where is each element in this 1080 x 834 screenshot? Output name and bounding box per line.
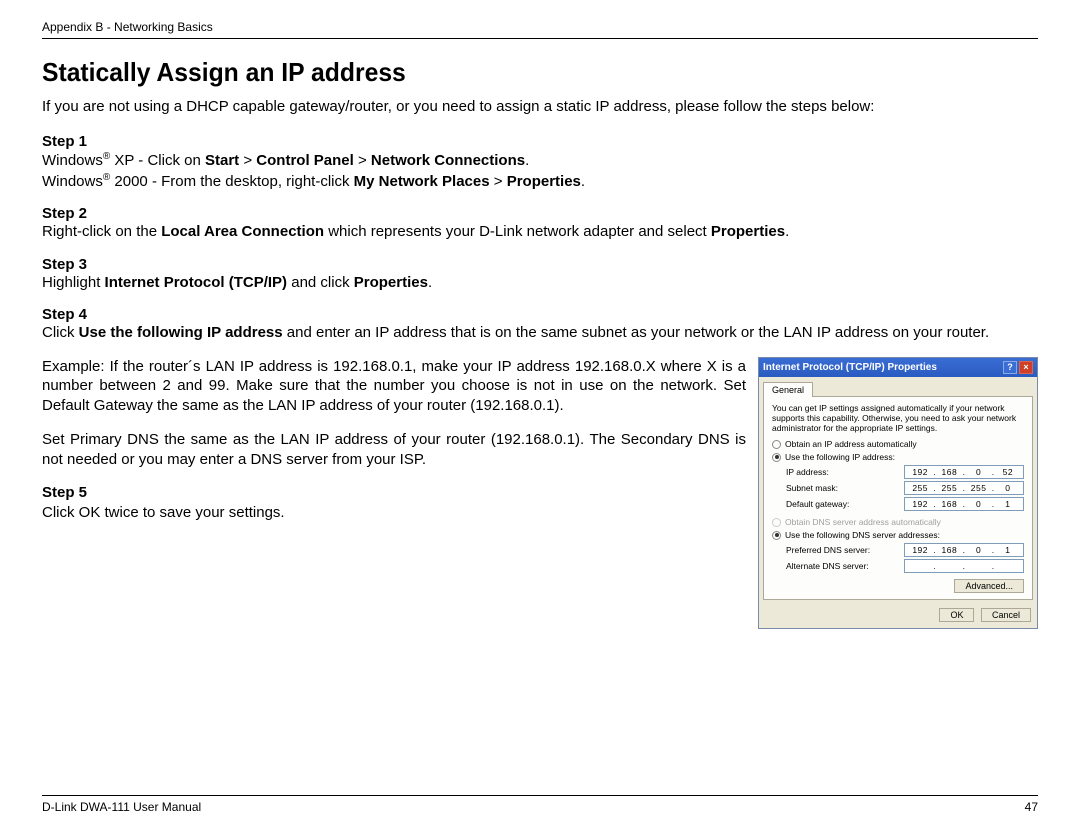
close-icon[interactable]: × xyxy=(1019,361,1033,374)
page-title: Statically Assign an IP address xyxy=(42,57,988,88)
text: Highlight xyxy=(42,274,105,291)
input-ip[interactable]: 192.168.0.52 xyxy=(904,465,1024,479)
tab-general[interactable]: General xyxy=(763,382,813,397)
text: . xyxy=(581,173,585,190)
text: and enter an IP address that is on the s… xyxy=(283,324,990,341)
help-icon[interactable]: ? xyxy=(1003,361,1017,374)
text: . xyxy=(428,274,432,291)
radio-use-ip[interactable]: Use the following IP address: xyxy=(772,452,1024,462)
text: Internet Protocol (TCP/IP) xyxy=(105,274,288,291)
text: . xyxy=(785,223,789,240)
text: and click xyxy=(287,274,354,291)
text: Windows xyxy=(42,173,103,190)
dialog-desc: You can get IP settings assigned automat… xyxy=(772,403,1024,434)
dialog-titlebar: Internet Protocol (TCP/IP) Properties ? … xyxy=(759,358,1037,377)
radio-use-dns[interactable]: Use the following DNS server addresses: xyxy=(772,530,1024,540)
page-footer: D-Link DWA-111 User Manual 47 xyxy=(42,795,1038,814)
text: Right-click on the xyxy=(42,223,161,240)
text: Network Connections xyxy=(371,152,525,169)
input-subnet[interactable]: 255.255.255.0 xyxy=(904,481,1024,495)
radio-obtain-ip[interactable]: Obtain an IP address automatically xyxy=(772,439,1024,449)
cancel-button[interactable]: Cancel xyxy=(981,608,1031,622)
step3-body: Highlight Internet Protocol (TCP/IP) and… xyxy=(42,273,1038,293)
advanced-button[interactable]: Advanced... xyxy=(954,579,1024,593)
text: Properties xyxy=(354,274,428,291)
footer-left: D-Link DWA-111 User Manual xyxy=(42,800,201,814)
step1-body: Windows® XP - Click on Start > Control P… xyxy=(42,150,1038,191)
text: 2000 - From the desktop, right-click xyxy=(110,173,353,190)
text: XP - Click on xyxy=(110,152,205,169)
step4-label: Step 4 xyxy=(42,306,1038,323)
text: Properties xyxy=(711,223,785,240)
text: > xyxy=(354,152,371,169)
step2-label: Step 2 xyxy=(42,205,1038,222)
label-subnet: Subnet mask: xyxy=(786,483,904,493)
radio-label: Obtain an IP address automatically xyxy=(785,439,917,449)
text: Start xyxy=(205,152,239,169)
step5-label: Step 5 xyxy=(42,483,746,503)
text: Local Area Connection xyxy=(161,223,324,240)
label-pref-dns: Preferred DNS server: xyxy=(786,545,904,555)
text: . xyxy=(525,152,529,169)
radio-label: Use the following DNS server addresses: xyxy=(785,530,940,540)
text: Properties xyxy=(507,173,581,190)
text: Control Panel xyxy=(256,152,354,169)
input-pref-dns[interactable]: 192.168.0.1 xyxy=(904,543,1024,557)
text: Windows xyxy=(42,152,103,169)
step2-body: Right-click on the Local Area Connection… xyxy=(42,222,1038,242)
header-breadcrumb: Appendix B - Networking Basics xyxy=(42,20,1038,39)
text: > xyxy=(239,152,256,169)
label-gateway: Default gateway: xyxy=(786,499,904,509)
input-gateway[interactable]: 192.168.0.1 xyxy=(904,497,1024,511)
text: which represents your D-Link network ada… xyxy=(324,223,711,240)
intro-text: If you are not using a DHCP capable gate… xyxy=(42,98,1038,115)
tcpip-dialog: Internet Protocol (TCP/IP) Properties ? … xyxy=(758,357,1038,630)
dns-text: Set Primary DNS the same as the LAN IP a… xyxy=(42,430,746,470)
label-ip: IP address: xyxy=(786,467,904,477)
text: My Network Places xyxy=(354,173,490,190)
example-text: Example: If the router´s LAN IP address … xyxy=(42,357,746,416)
radio-obtain-dns: Obtain DNS server address automatically xyxy=(772,517,1024,527)
step3-label: Step 3 xyxy=(42,256,1038,273)
text: > xyxy=(490,173,507,190)
radio-label: Use the following IP address: xyxy=(785,452,895,462)
step4-body: Click Use the following IP address and e… xyxy=(42,323,1038,343)
text: Use the following IP address xyxy=(79,324,283,341)
step5-body: Click OK twice to save your settings. xyxy=(42,503,746,523)
radio-label: Obtain DNS server address automatically xyxy=(785,517,941,527)
text: Click xyxy=(42,324,79,341)
dialog-title-text: Internet Protocol (TCP/IP) Properties xyxy=(763,362,937,373)
dialog-tabs: General xyxy=(759,377,1037,396)
label-alt-dns: Alternate DNS server: xyxy=(786,561,904,571)
ok-button[interactable]: OK xyxy=(939,608,974,622)
input-alt-dns[interactable]: ... xyxy=(904,559,1024,573)
step1-label: Step 1 xyxy=(42,133,1038,150)
footer-page-number: 47 xyxy=(1025,800,1038,814)
